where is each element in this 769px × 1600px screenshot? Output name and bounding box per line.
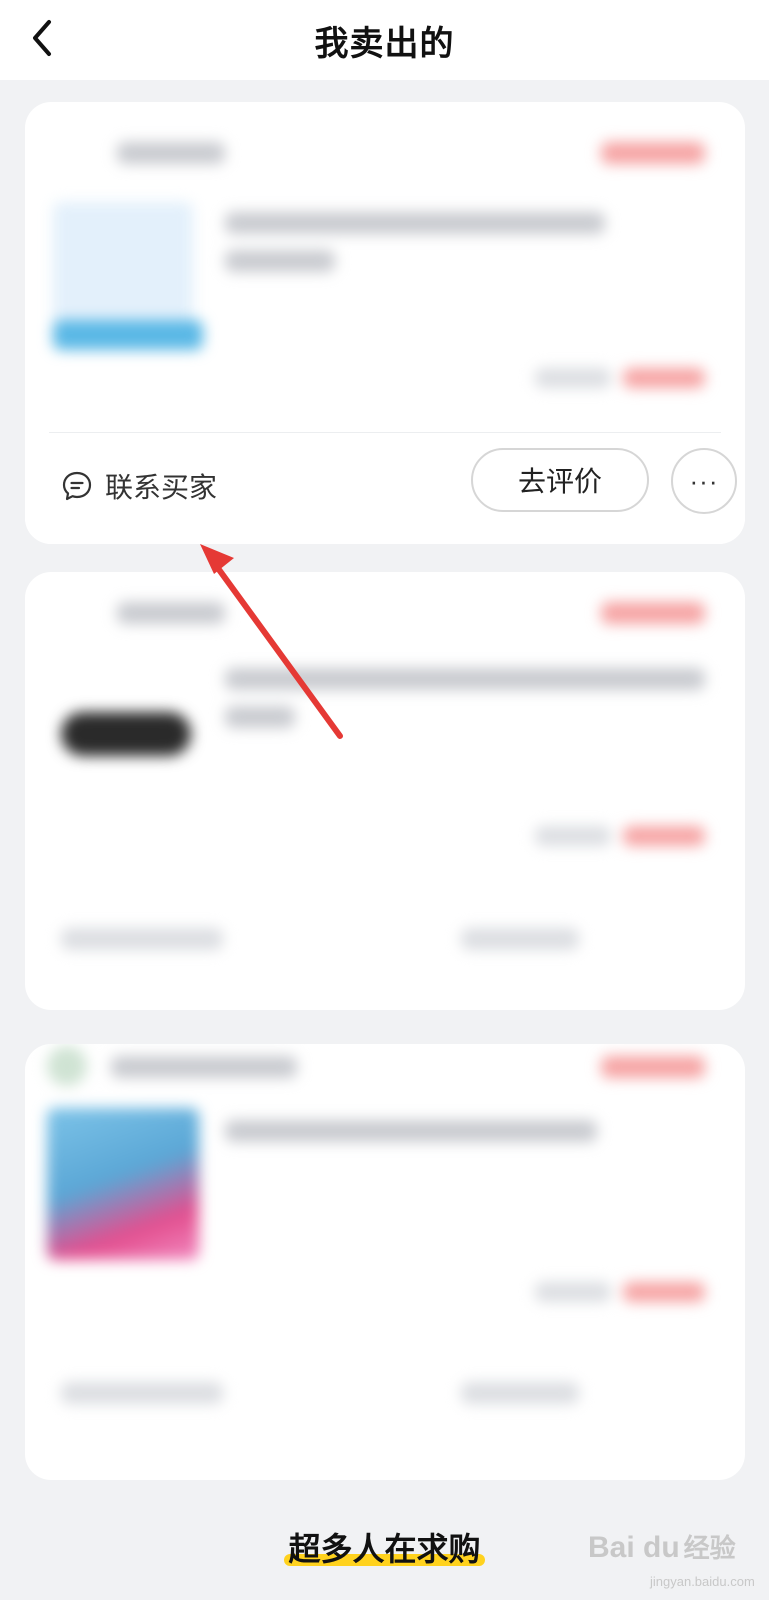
bottom-banner-text: 超多人在求购 — [284, 1524, 485, 1570]
watermark-name: 经验 — [683, 1533, 736, 1563]
page-title: 我卖出的 — [314, 25, 455, 63]
ellipsis-icon: ··· — [689, 465, 719, 496]
order-card-blurred[interactable] — [25, 1044, 745, 1480]
order-card-blurred[interactable] — [25, 572, 745, 1010]
contact-buyer-button[interactable]: 联系买家 — [61, 466, 217, 506]
watermark-logo: Bai du — [588, 1531, 680, 1564]
chat-bubble-icon — [62, 471, 92, 501]
top-bar: 我卖出的 — [0, 0, 769, 80]
review-button[interactable]: 去评价 — [471, 448, 649, 512]
contact-buyer-label: 联系买家 — [105, 472, 218, 503]
divider — [49, 432, 721, 433]
watermark-url: jingyan.baidu.com — [650, 1574, 755, 1589]
baidu-watermark: Bai du 经验 — [588, 1528, 736, 1565]
order-card[interactable]: 联系买家 去评价 ··· — [25, 102, 745, 544]
blurred-order-content — [25, 572, 745, 1010]
more-options-button[interactable]: ··· — [671, 448, 737, 514]
blurred-order-content — [25, 1044, 745, 1480]
